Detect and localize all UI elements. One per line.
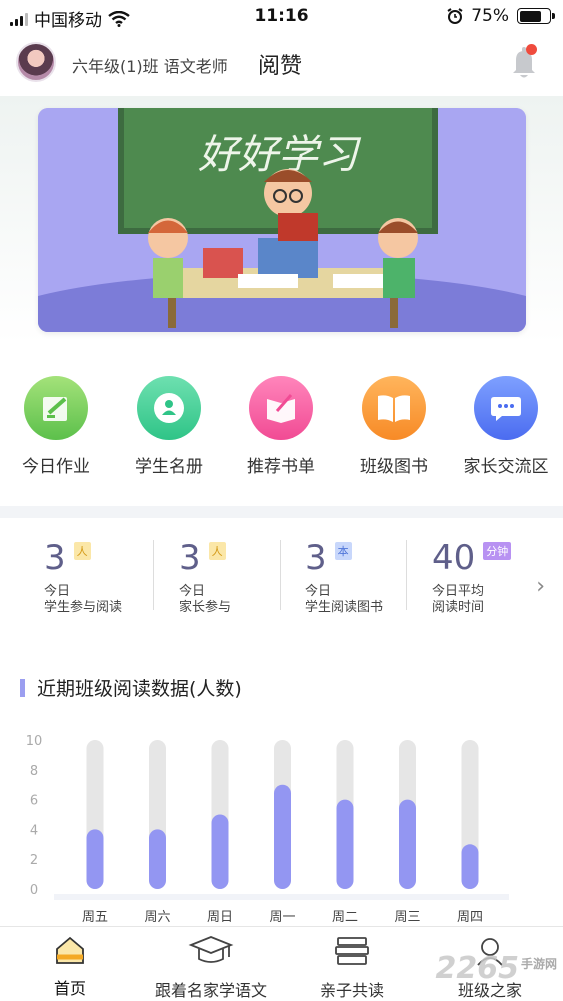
feature-menu: 今日作业 学生名册 推荐书单 班级图书 家长交流区 — [0, 344, 563, 506]
stat-parents: 3人 今日 家长参与 — [179, 538, 231, 616]
homework-icon — [24, 376, 88, 440]
tab-label: 亲子共读 — [319, 981, 384, 1000]
bar-周日[interactable] — [211, 814, 229, 890]
stat-students-reading: 3人 今日 学生参与阅读 — [44, 538, 122, 616]
battery-percent: 75% — [471, 6, 509, 26]
banner-illustration: 好好学习 — [38, 108, 526, 332]
stat-unit: 分钟 — [483, 542, 512, 560]
feature-class-books[interactable]: 班级图书 — [339, 376, 449, 477]
stat-value: 40 — [432, 538, 476, 578]
top-header: 六年级(1)班 语文老师 阅赞 — [0, 34, 563, 96]
y-tick-label: 8 — [30, 764, 38, 779]
feature-parent-chat[interactable]: 家长交流区 — [451, 376, 561, 477]
page-title: 阅赞 — [258, 54, 303, 79]
feature-booklist[interactable]: 推荐书单 — [226, 376, 336, 477]
stat-unit: 本 — [334, 542, 352, 560]
divider — [406, 540, 407, 610]
alarm-icon — [447, 8, 463, 24]
stat-unit: 人 — [73, 542, 91, 560]
class-label: 六年级(1)班 语文老师 — [72, 57, 228, 76]
reading-bar-chart: 0 2 4 6 8 10 周五 周六 周日 周一 周二 周三 周四 — [26, 734, 509, 925]
chevron-right-icon[interactable]: › — [536, 574, 545, 599]
avatar[interactable] — [16, 42, 56, 82]
x-tick-label: 周五 — [82, 910, 108, 925]
bar-周五[interactable] — [86, 829, 104, 889]
stat-books: 3本 今日 学生阅读图书 — [305, 538, 383, 616]
divider — [280, 540, 281, 610]
stat-label-2: 家长参与 — [179, 600, 232, 615]
y-tick-label: 6 — [30, 794, 38, 809]
feature-label: 推荐书单 — [247, 457, 315, 477]
booklist-icon — [249, 376, 313, 440]
battery-icon — [517, 8, 555, 24]
chart-baseline — [54, 894, 509, 900]
reading-chart-card: 近期班级阅读数据(人数) 0 2 4 6 8 10 周五 周六 周日 周一 周二 周三 周四 — [0, 656, 563, 926]
y-tick-label: 2 — [30, 853, 38, 868]
watermark-logo: 2265 手游网 — [435, 951, 557, 986]
chat-icon — [474, 376, 538, 440]
y-tick-label: 0 — [30, 883, 38, 898]
feature-homework[interactable]: 今日作业 — [1, 376, 111, 477]
x-tick-label: 周四 — [457, 910, 483, 925]
stat-value: 3 — [44, 538, 66, 578]
x-tick-label: 周三 — [394, 910, 420, 925]
y-tick-label: 4 — [30, 823, 38, 838]
bottom-tab-bar: 首页 跟着名家学语文 亲子共读 班级之家 2265 手游网 — [0, 926, 563, 1001]
stat-unit: 人 — [208, 542, 226, 560]
bar-周一[interactable] — [274, 784, 291, 889]
mortarboard-icon — [188, 936, 234, 963]
feature-label: 班级图书 — [360, 457, 428, 477]
stat-label-1: 今日 — [305, 584, 332, 599]
stat-avg-time: 40 分钟 今日平均 阅读时间 — [432, 538, 512, 616]
bar-周二[interactable] — [336, 799, 354, 889]
divider — [153, 540, 154, 610]
stat-label-1: 今日 — [179, 584, 206, 599]
stat-label-1: 今日平均 — [432, 584, 485, 599]
feature-label: 今日作业 — [22, 457, 90, 477]
feature-roster[interactable]: 学生名册 — [114, 376, 224, 477]
tab-learn-chinese[interactable]: 跟着名家学语文 — [148, 935, 274, 1001]
stat-value: 3 — [179, 538, 201, 578]
book-icon — [362, 376, 426, 440]
stat-label-1: 今日 — [44, 584, 71, 599]
notification-button[interactable] — [507, 44, 541, 80]
books-icon — [335, 937, 369, 965]
bar-周三[interactable] — [399, 799, 416, 889]
stat-label-2: 学生阅读图书 — [305, 600, 384, 615]
x-tick-label: 周六 — [144, 910, 170, 925]
roster-icon — [137, 376, 201, 440]
status-bar: 中国移动 11:16 75% — [0, 0, 563, 34]
banner-image[interactable]: 好好学习 — [38, 108, 526, 332]
stat-label-2: 阅读时间 — [432, 600, 485, 615]
tab-label: 跟着名家学语文 — [154, 981, 267, 1000]
bar-周六[interactable] — [149, 829, 166, 889]
banner-section: 好好学习 — [0, 96, 563, 344]
stat-value: 3 — [305, 538, 327, 578]
tab-label: 首页 — [53, 979, 86, 998]
today-stats[interactable]: 3人 今日 学生参与阅读 3人 今日 家长参与 3本 今日 学生阅读图书 40 分… — [0, 518, 563, 656]
stat-label-2: 学生参与阅读 — [44, 600, 123, 615]
notification-dot — [526, 44, 537, 55]
bar-周四[interactable] — [461, 844, 479, 889]
x-tick-label: 周二 — [332, 910, 358, 925]
y-tick-label: 10 — [26, 734, 43, 749]
feature-label: 学生名册 — [135, 457, 203, 477]
tab-family-reading[interactable]: 亲子共读 — [314, 935, 390, 1001]
x-tick-label: 周一 — [269, 910, 295, 925]
feature-label: 家长交流区 — [463, 457, 549, 477]
home-icon — [56, 936, 84, 964]
tab-home[interactable]: 首页 — [40, 935, 100, 999]
x-tick-label: 周日 — [207, 910, 233, 925]
